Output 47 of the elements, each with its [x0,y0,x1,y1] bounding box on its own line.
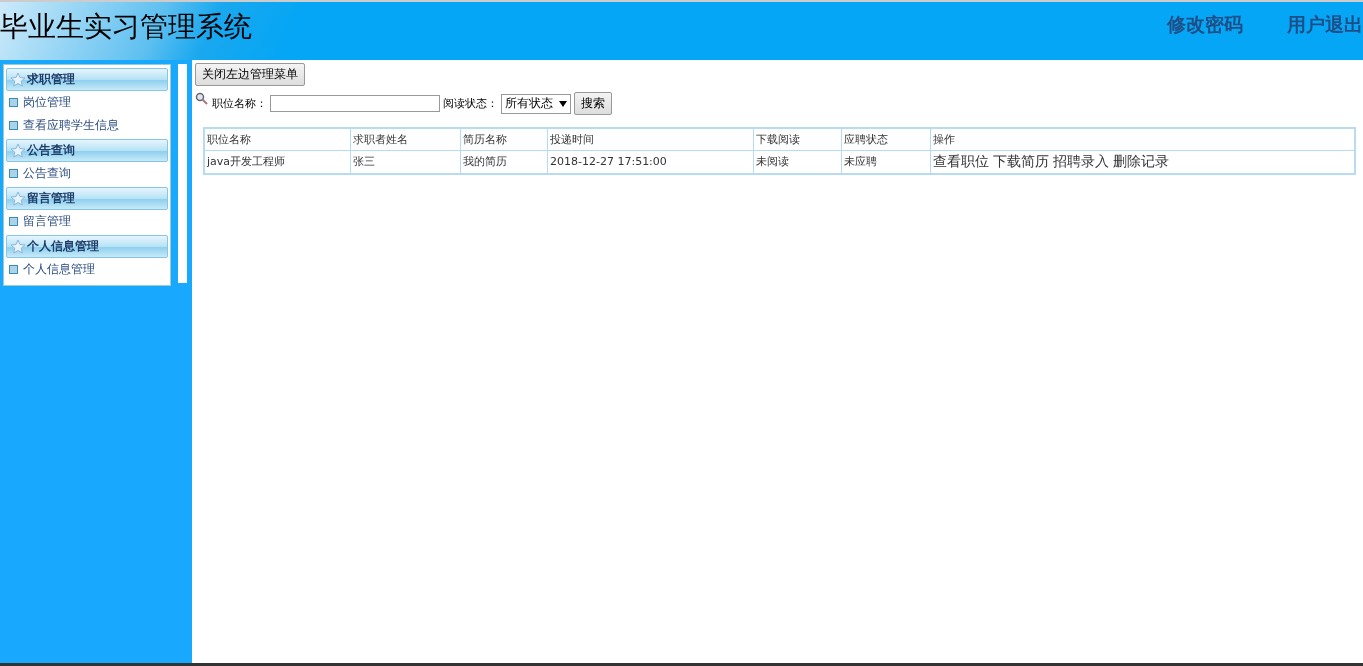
section-title: 留言管理 [27,190,75,207]
square-bullet-icon [9,121,18,130]
table-cell: 我的简历 [460,150,548,174]
action-link[interactable]: 招聘录入 [1053,152,1109,171]
menu-section-header[interactable]: 留言管理 [6,187,168,210]
field-label: 职位名称： [212,96,267,111]
scrollbar[interactable] [175,64,187,283]
table-cell: 张三 [350,150,461,174]
section-title: 公告查询 [27,142,75,159]
job-name-input[interactable] [270,95,440,112]
menu-item[interactable]: 留言管理 [23,213,71,230]
star-icon [10,191,26,206]
table-cell: 未应聘 [841,150,931,174]
square-bullet-icon [9,217,18,226]
search-button[interactable]: 搜索 [574,92,612,115]
column-header: 求职者姓名 [350,128,461,150]
column-header: 职位名称 [204,128,351,150]
column-header: 应聘状态 [841,128,931,150]
menu-section-header[interactable]: 公告查询 [6,139,168,162]
close-menu-button[interactable]: 关闭左边管理菜单 [195,63,305,86]
menu-item[interactable]: 个人信息管理 [23,261,95,278]
action-link[interactable]: 删除记录 [1113,152,1169,171]
star-icon [10,72,26,87]
menu-section-header[interactable]: 个人信息管理 [6,235,168,258]
menu-section-header[interactable]: 求职管理 [6,68,168,91]
action-link[interactable]: 下载简历 [993,152,1049,171]
table-cell: 2018-12-27 17:51:00 [547,150,754,174]
menu-item[interactable]: 岗位管理 [23,94,71,111]
menu-item[interactable]: 公告查询 [23,165,71,182]
star-icon [10,143,26,158]
column-header: 投递时间 [547,128,754,150]
action-link[interactable]: 查看职位 [933,152,989,171]
table-cell: java开发工程师 [204,150,351,174]
section-title: 个人信息管理 [27,238,99,255]
caret-icon [559,100,567,107]
square-bullet-icon [9,98,18,107]
app-title: 毕业生实习管理系统 [0,9,252,45]
menu-item[interactable]: 查看应聘学生信息 [23,117,119,134]
column-header: 简历名称 [460,128,548,150]
square-bullet-icon [9,169,18,178]
square-bullet-icon [9,265,18,274]
field-label: 阅读状态： [443,96,498,111]
column-header: 下载阅读 [753,128,842,150]
star-icon [10,239,26,254]
table-cell: 未阅读 [753,150,842,174]
status-dropdown[interactable]: 所有状态 [501,93,571,114]
section-title: 求职管理 [27,71,75,88]
